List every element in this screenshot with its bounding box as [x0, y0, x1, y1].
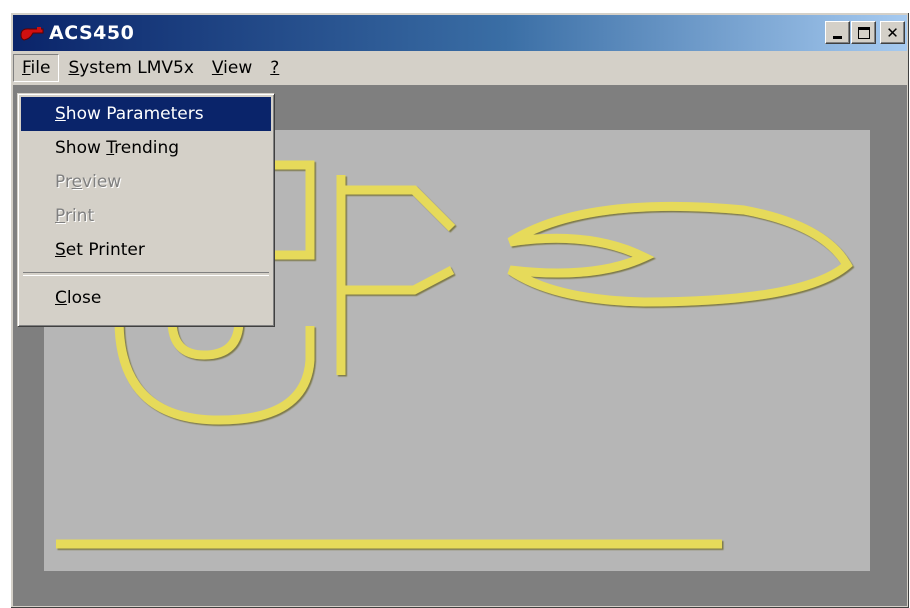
- menu-separator: [23, 272, 269, 276]
- menu-file[interactable]: File: [13, 54, 60, 82]
- logo-bracket: [272, 160, 315, 260]
- logo-flame: [507, 201, 853, 307]
- file-menu-dropdown: Show Parameters Show Trending Preview Pr…: [17, 93, 275, 327]
- menu-item-show-trending[interactable]: Show Trending: [21, 131, 271, 165]
- menu-file-label: ile: [30, 58, 51, 78]
- show-parameters-accel: S: [55, 104, 66, 124]
- menu-item-print: Print: [21, 199, 271, 233]
- menu-item-set-printer[interactable]: Set Printer: [21, 233, 271, 267]
- show-parameters-label: how Parameters: [65, 104, 204, 124]
- print-label: rint: [64, 206, 95, 226]
- close-label: lose: [66, 288, 102, 308]
- show-trending-prefix: Show: [55, 138, 107, 158]
- show-trending-accel: T: [106, 138, 115, 158]
- menu-view[interactable]: View: [203, 54, 261, 82]
- menu-item-show-parameters[interactable]: Show Parameters: [21, 97, 271, 131]
- window-title: ACS450: [49, 22, 135, 44]
- show-trending-label: rending: [114, 138, 180, 158]
- print-accel: P: [55, 206, 65, 226]
- menu-item-preview: Preview: [21, 165, 271, 199]
- logo-c-head: [341, 185, 456, 295]
- set-printer-accel: S: [55, 240, 66, 260]
- maximize-button[interactable]: [851, 21, 876, 44]
- set-printer-label: et Printer: [65, 240, 145, 260]
- preview-accel: e: [71, 172, 83, 192]
- menu-view-accel: V: [211, 58, 224, 78]
- close-icon: ✕: [886, 23, 899, 42]
- menu-help[interactable]: ?: [261, 54, 288, 82]
- close-accel: C: [55, 288, 67, 308]
- menu-file-accel: F: [22, 58, 31, 78]
- preview-prefix: Pr: [55, 172, 72, 192]
- close-button[interactable]: ✕: [880, 21, 905, 44]
- menu-item-close[interactable]: Close: [21, 281, 271, 315]
- preview-label: view: [82, 172, 122, 192]
- menu-system-accel: S: [68, 58, 80, 78]
- menu-view-label: iew: [223, 58, 253, 78]
- menu-help-accel: ?: [270, 58, 280, 78]
- menu-system-lmv5x[interactable]: System LMV5x: [59, 54, 202, 82]
- maximize-icon: [857, 26, 870, 39]
- minimize-icon: [833, 35, 842, 39]
- logo-arc: [114, 319, 315, 425]
- menu-system-label: ystem LMV5x: [79, 58, 194, 78]
- minimize-button[interactable]: [825, 21, 850, 44]
- window-controls: ✕: [825, 21, 905, 44]
- menu-bar: File System LMV5x View ?: [13, 53, 907, 83]
- red-burner-icon[interactable]: [19, 23, 45, 43]
- title-bar[interactable]: ACS450 ✕: [13, 15, 907, 51]
